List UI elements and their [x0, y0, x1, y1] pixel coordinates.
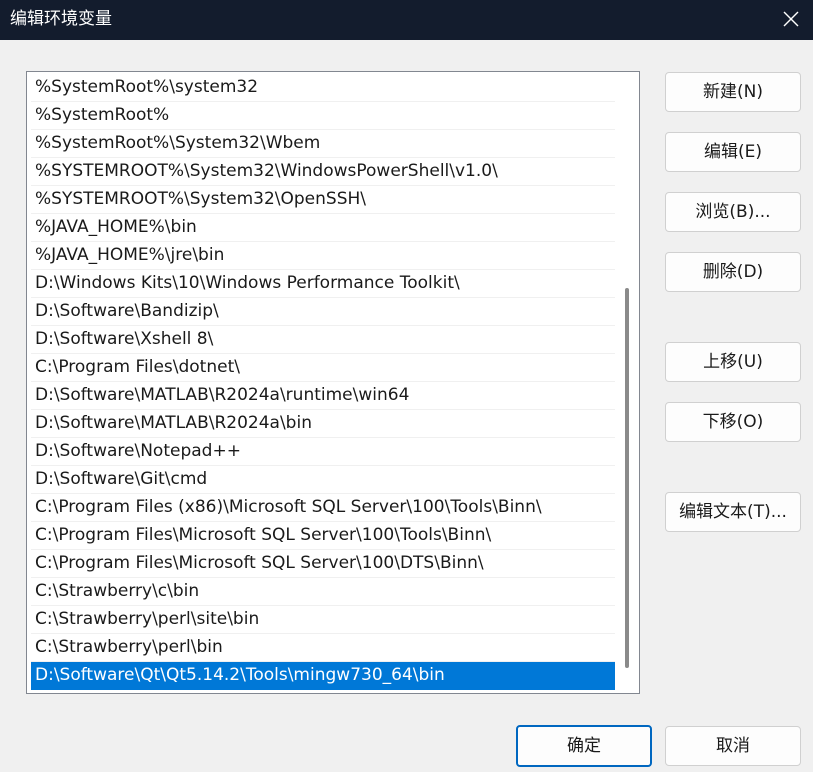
edit-env-variable-dialog: 编辑环境变量 %SystemRoot%\system32 %SystemRoot%… — [0, 0, 813, 772]
path-list[interactable]: %SystemRoot%\system32 %SystemRoot% %System… — [26, 71, 640, 694]
list-item[interactable]: D:\Software\MATLAB\R2024a\bin — [31, 410, 615, 438]
list-item[interactable]: C:\Strawberry\perl\site\bin — [31, 606, 615, 634]
list-item[interactable]: D:\Software\Notepad++ — [31, 438, 615, 466]
list-item[interactable]: %SYSTEMROOT%\System32\OpenSSH\ — [31, 186, 615, 214]
scrollbar-thumb[interactable] — [625, 288, 629, 668]
list-item[interactable]: D:\Windows Kits\10\Windows Performance T… — [31, 270, 615, 298]
list-item[interactable]: %JAVA_HOME%\jre\bin — [31, 242, 615, 270]
vertical-scrollbar[interactable] — [623, 74, 631, 691]
ok-button[interactable]: 确定 — [516, 725, 652, 767]
list-item[interactable]: C:\Program Files\Microsoft SQL Server\10… — [31, 550, 615, 578]
list-item[interactable]: D:\Software\Xshell 8\ — [31, 326, 615, 354]
list-item[interactable]: C:\Program Files\dotnet\ — [31, 354, 615, 382]
list-item[interactable]: C:\Program Files (x86)\Microsoft SQL Ser… — [31, 494, 615, 522]
edit-text-button[interactable]: 编辑文本(T)... — [665, 492, 801, 532]
edit-button[interactable]: 编辑(E) — [665, 132, 801, 172]
move-down-button[interactable]: 下移(O) — [665, 402, 801, 442]
move-up-button[interactable]: 上移(U) — [665, 342, 801, 382]
list-item[interactable]: D:\Software\Bandizip\ — [31, 298, 615, 326]
list-item[interactable]: %SystemRoot%\system32 — [31, 74, 615, 102]
cancel-button[interactable]: 取消 — [665, 726, 801, 766]
delete-button[interactable]: 删除(D) — [665, 252, 801, 292]
title-bar[interactable]: 编辑环境变量 — [0, 0, 813, 40]
list-item[interactable]: C:\Program Files\Microsoft SQL Server\10… — [31, 522, 615, 550]
path-list-items: %SystemRoot%\system32 %SystemRoot% %System… — [31, 74, 615, 690]
list-item[interactable]: %SYSTEMROOT%\System32\WindowsPowerShell\… — [31, 158, 615, 186]
list-item-selected[interactable]: D:\Software\Qt\Qt5.14.2\Tools\mingw730_6… — [31, 662, 615, 690]
list-item[interactable]: C:\Strawberry\c\bin — [31, 578, 615, 606]
browse-button[interactable]: 浏览(B)... — [665, 192, 801, 232]
list-item[interactable]: %SystemRoot% — [31, 102, 615, 130]
window-title: 编辑环境变量 — [10, 9, 112, 29]
list-item[interactable]: C:\Strawberry\perl\bin — [31, 634, 615, 662]
list-item[interactable]: D:\Software\MATLAB\R2024a\runtime\win64 — [31, 382, 615, 410]
close-icon — [783, 11, 799, 27]
close-button[interactable] — [767, 0, 813, 40]
list-item[interactable]: D:\Software\Git\cmd — [31, 466, 615, 494]
list-item[interactable]: %SystemRoot%\System32\Wbem — [31, 130, 615, 158]
list-item[interactable]: %JAVA_HOME%\bin — [31, 214, 615, 242]
new-button[interactable]: 新建(N) — [665, 72, 801, 112]
